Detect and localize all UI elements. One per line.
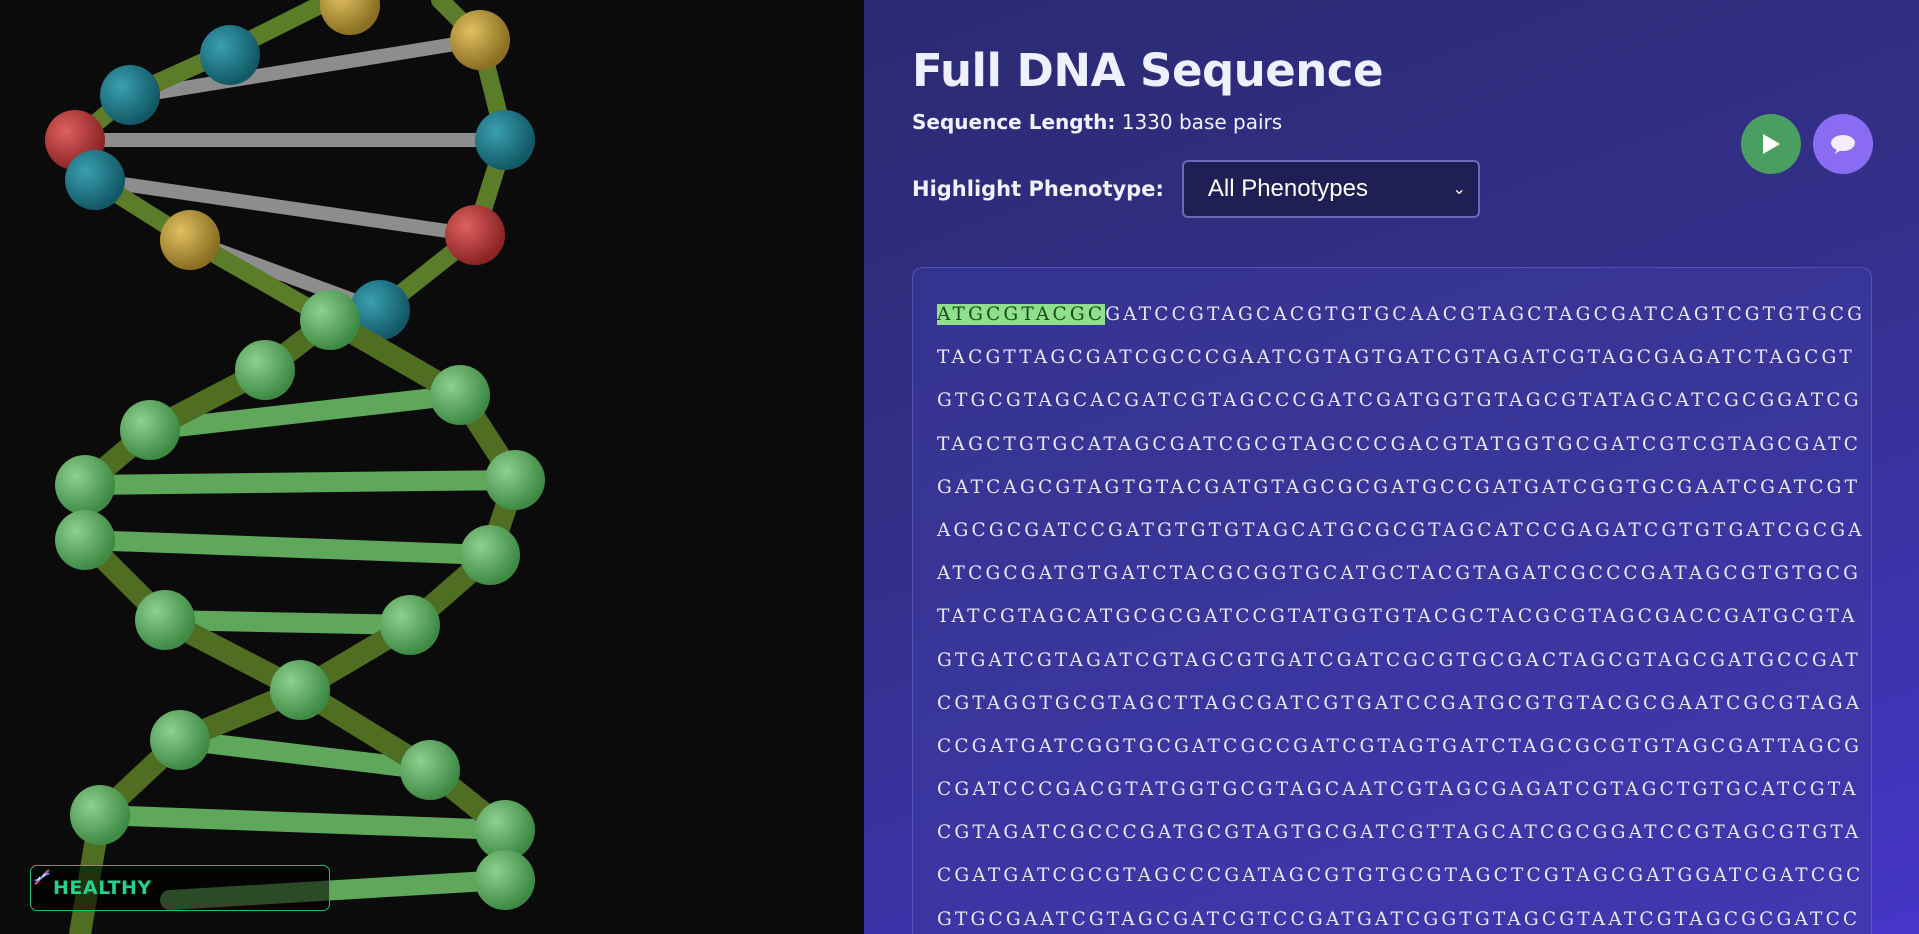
- sequence-line: ATGCGTACGCGATCCGTAGCACGTGTGCAACGTAGCTAGC…: [937, 302, 1871, 345]
- nucleotide-sphere: [135, 590, 195, 650]
- sequence-line: CGTAGATCGCCCGATGCGTAGTGCGATCGTTAGCATCGCG…: [937, 822, 1862, 844]
- sequence-lines: TACGTTAGCGATCGCCCGAATCGTAGTGATCGTAGATCGT…: [937, 345, 1871, 934]
- base-pair-rung: [75, 470, 525, 495]
- sequence-line-rest: GATCCGTAGCACGTGTGCAACGTAGCTAGCGATCAGTCGT…: [1105, 304, 1866, 325]
- nucleotide-sphere: [120, 400, 180, 460]
- sequence-line: CGTAGGTGCGTAGCTTAGCGATCGTGATCCGATGCGTGTA…: [937, 692, 1863, 714]
- play-button[interactable]: [1741, 114, 1801, 174]
- nucleotide-sphere: [460, 525, 520, 585]
- chevron-down-icon: ⌄: [1452, 181, 1466, 198]
- nucleotide-sphere: [475, 110, 535, 170]
- base-pair-rung: [75, 530, 500, 565]
- nucleotide-sphere: [65, 150, 125, 210]
- nucleotide-sphere: [485, 450, 545, 510]
- nucleotide-sphere: [235, 340, 295, 400]
- sequence-display: ATGCGTACGCGATCCGTAGCACGTGTGCAACGTAGCTAGC…: [912, 267, 1872, 934]
- nucleotide-sphere: [70, 785, 130, 845]
- phenotype-filter: Highlight Phenotype: All Phenotypes ⌄: [912, 160, 1480, 218]
- sequence-line: GTGCGAATCGTAGCGATCGTCCGATGATCGGTGTAGCGTA…: [937, 908, 1861, 930]
- sequence-line: GTGATCGTAGATCGTAGCGTGATCGATCGCGTGCGACTAG…: [937, 649, 1861, 671]
- sequence-length: Sequence Length: 1330 base pairs: [912, 110, 1282, 134]
- dna-3d-viewer[interactable]: HEALTHY: [0, 0, 864, 934]
- sequence-panel: Full DNA Sequence Sequence Length: 1330 …: [864, 0, 1919, 934]
- nucleotide-sphere: [380, 595, 440, 655]
- base-pair-rung: [90, 805, 515, 840]
- phenotype-label: Highlight Phenotype:: [912, 177, 1164, 201]
- chat-bubble-icon: [1831, 135, 1855, 154]
- play-icon: [1763, 134, 1780, 154]
- nucleotide-sphere: [270, 660, 330, 720]
- sequence-line: GTGCGTAGCACGATCGTAGCCCGATCGATGGTGTAGCGTA…: [937, 390, 1862, 412]
- nucleotide-sphere: [55, 455, 115, 515]
- nucleotide-sphere: [300, 290, 360, 350]
- dna-helix-model[interactable]: [0, 0, 864, 934]
- dna-icon: [34, 869, 50, 885]
- status-label: HEALTHY: [53, 877, 152, 899]
- nucleotide-sphere: [445, 205, 505, 265]
- chat-button[interactable]: [1813, 114, 1873, 174]
- sequence-line: TACGTTAGCGATCGCCCGAATCGTAGTGATCGTAGATCGT…: [937, 347, 1855, 369]
- sequence-length-label: Sequence Length:: [912, 110, 1116, 134]
- sequence-line: CCGATGATCGGTGCGATCGCCGATCGTAGTGATCTAGCGC…: [937, 735, 1863, 757]
- sequence-line: TAGCTGTGCATAGCGATCGCGTAGCCCGACGTATGGTGCG…: [937, 433, 1862, 455]
- nucleotide-sphere: [320, 0, 380, 35]
- sequence-length-value: 1330 base pairs: [1115, 110, 1283, 134]
- sequence-line: CGATCCCGACGTATGGTGCGTAGCAATCGTAGCGAGATCG…: [937, 779, 1859, 801]
- nucleotide-sphere: [430, 365, 490, 425]
- nucleotide-sphere: [450, 10, 510, 70]
- nucleotide-sphere: [475, 850, 535, 910]
- sequence-line: ATCGCGATGTGATCTACGCGGTGCATGCTACGTAGATCGC…: [937, 563, 1862, 585]
- base-pair-rung: [155, 610, 420, 635]
- nucleotide-sphere: [100, 65, 160, 125]
- sequence-line: TATCGTAGCATGCGCGATCCGTATGGTGTACGCTACGCGT…: [937, 606, 1858, 628]
- sequence-line: GATCAGCGTAGTGTACGATGTAGCGCGATGCCGATGATCG…: [937, 476, 1861, 498]
- phenotype-select[interactable]: All Phenotypes ⌄: [1181, 160, 1480, 218]
- nucleotide-sphere: [160, 210, 220, 270]
- sequence-line: CGATGATCGCGTAGCCCGATAGCGTGTGCGTAGCTCGTAG…: [937, 865, 1864, 887]
- nucleotide-sphere: [400, 740, 460, 800]
- phenotype-selected-value: All Phenotypes: [1207, 175, 1368, 202]
- nucleotide-sphere: [200, 25, 260, 85]
- sequence-line: AGCGCGATCCGATGTGTGTAGCATGCGCGTAGCATCCGAG…: [937, 519, 1865, 541]
- phenotype-highlight[interactable]: ATGCGTACGC: [937, 304, 1106, 325]
- status-badge: HEALTHY: [30, 865, 330, 911]
- page-title: Full DNA Sequence: [912, 44, 1384, 97]
- nucleotide-sphere: [55, 510, 115, 570]
- nucleotide-sphere: [150, 710, 210, 770]
